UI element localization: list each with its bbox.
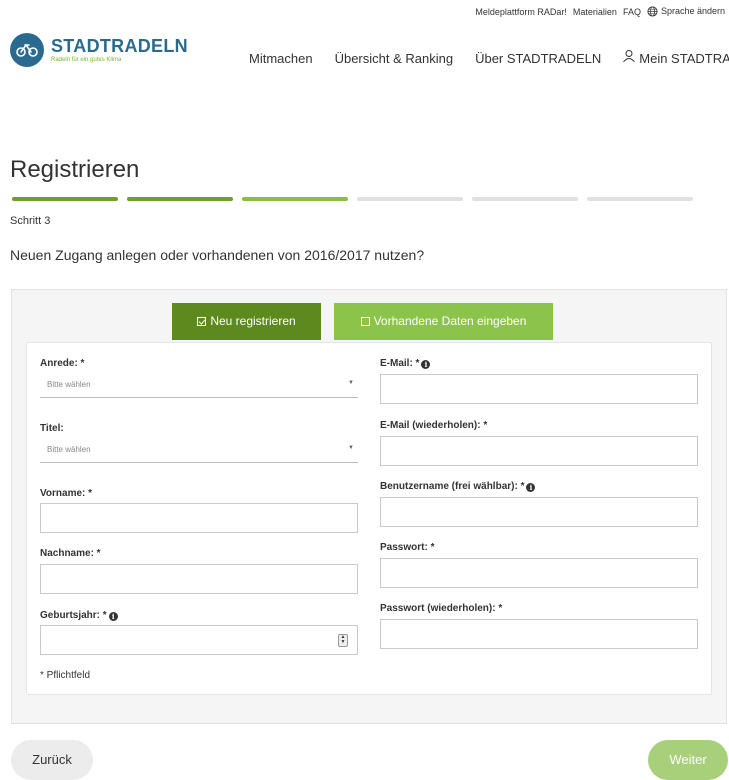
step-1-complete — [12, 197, 118, 201]
step-label: Schritt 3 — [10, 215, 51, 227]
nachname-label: Nachname: * — [40, 548, 101, 559]
titel-placeholder: Bitte wählen — [47, 445, 91, 454]
password-repeat-input[interactable] — [380, 619, 698, 649]
step-2-complete — [127, 197, 233, 201]
language-label: Sprache ändern — [660, 6, 725, 16]
email-repeat-input[interactable] — [380, 436, 698, 466]
step-5-pending — [472, 197, 578, 201]
password-repeat-label: Passwort (wiederholen): * — [380, 603, 503, 614]
geburtsjahr-label: Geburtsjahr: * — [40, 610, 107, 621]
nav-mitmachen[interactable]: Mitmachen — [249, 51, 313, 66]
required-note: * Pflichtfeld — [40, 670, 91, 681]
nav-user-label: Mein STADTRADELN — [639, 51, 729, 66]
username-label: Benutzername (frei wählbar): * — [380, 481, 525, 492]
email-input[interactable] — [380, 374, 698, 404]
step-progress — [12, 197, 693, 201]
anrede-label: Anrede: * — [40, 358, 85, 369]
registration-question: Neuen Zugang anlegen oder vorhandenen vo… — [10, 247, 425, 263]
tab-neu-registrieren[interactable]: Neu registrieren — [172, 303, 321, 340]
language-switcher[interactable]: Sprache ändern — [647, 6, 725, 17]
step-3-current — [242, 197, 348, 201]
util-link-radar[interactable]: Meldeplattform RADar! — [475, 7, 567, 17]
geburtsjahr-input[interactable]: ▲ ▼ — [40, 625, 358, 655]
anrede-select[interactable]: Bitte wählen ▼ — [40, 371, 358, 398]
nachname-input[interactable] — [40, 564, 358, 594]
logo-title: STADTRADELN — [51, 36, 188, 56]
site-logo[interactable]: STADTRADELN Radeln für ein gutes Klima — [10, 33, 188, 67]
password-label: Passwort: * — [380, 542, 435, 553]
info-icon[interactable]: i — [108, 612, 118, 621]
step-6-pending — [587, 197, 693, 201]
page-title: Registrieren — [10, 156, 140, 183]
checkbox-checked-icon — [197, 317, 207, 326]
checkbox-empty-icon — [360, 317, 370, 326]
caret-down-icon: ▼ — [348, 445, 354, 451]
info-icon[interactable]: i — [526, 483, 536, 492]
tab-vorhandene-label: Vorhandene Daten eingeben — [373, 314, 527, 328]
util-link-faq[interactable]: FAQ — [623, 7, 641, 17]
caret-down-icon: ▼ — [348, 380, 354, 386]
next-button[interactable]: Weiter — [648, 740, 728, 780]
username-label-row: Benutzername (frei wählbar): * i — [380, 481, 536, 492]
password-input[interactable] — [380, 558, 698, 588]
user-icon — [623, 49, 636, 62]
info-icon[interactable]: i — [421, 360, 431, 369]
util-link-materialien[interactable]: Materialien — [573, 7, 617, 17]
main-nav: Mitmachen Übersicht & Ranking Über STADT… — [249, 49, 729, 66]
titel-label: Titel: — [40, 423, 64, 434]
nav-uebersicht-ranking[interactable]: Übersicht & Ranking — [335, 51, 454, 66]
email-label-row: E-Mail: * i — [380, 358, 431, 369]
utility-bar: Meldeplattform RADar! Materialien FAQ Sp… — [475, 6, 725, 17]
nav-ueber-stadtradeln[interactable]: Über STADTRADELN — [475, 51, 601, 66]
username-input[interactable] — [380, 497, 698, 527]
number-spinner-icon[interactable]: ▲ ▼ — [338, 634, 348, 647]
nav-mein-stadtradeln[interactable]: Mein STADTRADELN — [622, 49, 729, 66]
geburtsjahr-label-row: Geburtsjahr: * i — [40, 610, 118, 621]
titel-select[interactable]: Bitte wählen ▼ — [40, 436, 358, 463]
email-repeat-label: E-Mail (wiederholen): * — [380, 420, 488, 431]
vorname-label: Vorname: * — [40, 488, 93, 499]
tab-neu-label: Neu registrieren — [210, 314, 296, 328]
step-4-pending — [357, 197, 463, 201]
tab-vorhandene-daten[interactable]: Vorhandene Daten eingeben — [334, 303, 553, 340]
logo-subtitle: Radeln für ein gutes Klima — [51, 57, 122, 63]
bicycle-logo-icon — [10, 33, 44, 67]
vorname-input[interactable] — [40, 503, 358, 533]
email-label: E-Mail: * — [380, 358, 420, 369]
anrede-placeholder: Bitte wählen — [47, 380, 91, 389]
back-button[interactable]: Zurück — [11, 740, 93, 780]
globe-icon — [647, 6, 658, 17]
